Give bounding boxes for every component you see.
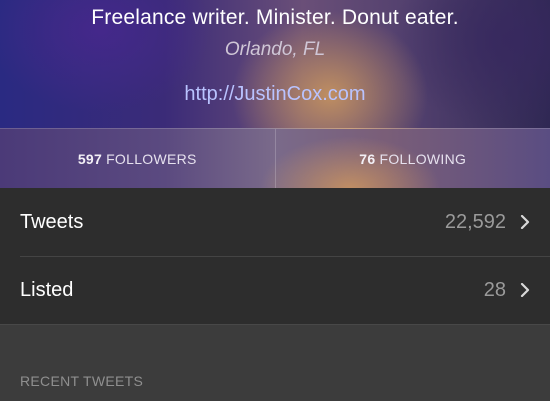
chevron-right-icon [520, 283, 530, 297]
following-button[interactable]: 76 FOLLOWING [275, 129, 550, 189]
chevron-right-icon [520, 215, 530, 229]
tweets-label: Tweets [20, 211, 445, 234]
profile-stats-bar: 597 FOLLOWERS 76 FOLLOWING [0, 128, 550, 189]
tweets-count: 22,592 [445, 211, 506, 234]
profile-location: Orlando, FL [0, 39, 550, 61]
followers-count: 597 [78, 151, 102, 167]
recent-tweets-section: RECENT TWEETS [0, 324, 550, 401]
profile-list: Tweets 22,592 Listed 28 [0, 188, 550, 324]
tweets-row[interactable]: Tweets 22,592 [0, 188, 550, 256]
following-label: FOLLOWING [379, 151, 466, 167]
followers-button[interactable]: 597 FOLLOWERS [0, 129, 275, 189]
followers-label: FOLLOWERS [106, 151, 197, 167]
following-count: 76 [359, 151, 375, 167]
profile-bio: Freelance writer. Minister. Donut eater. [0, 6, 550, 30]
section-title: RECENT TWEETS [20, 373, 143, 389]
listed-count: 28 [484, 279, 506, 302]
listed-label: Listed [20, 279, 484, 302]
profile-url-link[interactable]: http://JustinCox.com [0, 83, 550, 106]
listed-row[interactable]: Listed 28 [0, 256, 550, 324]
profile-header: Freelance writer. Minister. Donut eater.… [0, 0, 550, 128]
